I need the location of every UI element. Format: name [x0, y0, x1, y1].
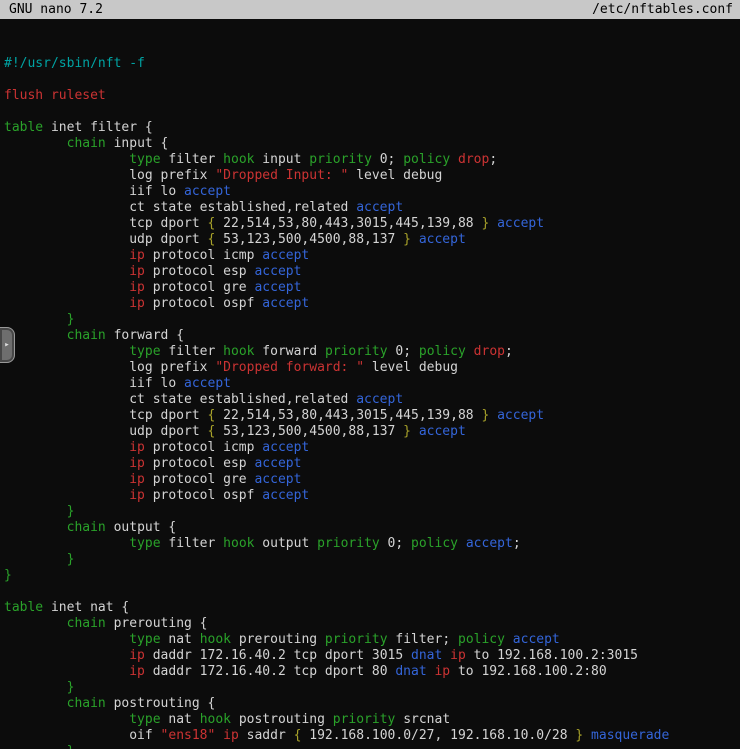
editor-area[interactable]: #!/usr/sbin/nft -f flush ruleset table i… — [0, 19, 740, 749]
code-line: chain postrouting { — [4, 696, 740, 712]
code-line: } — [4, 552, 740, 568]
code-line: ip protocol icmp accept — [4, 440, 740, 456]
code-line: type nat hook postrouting priority srcna… — [4, 712, 740, 728]
code-line: } — [4, 680, 740, 696]
code-line: log prefix "Dropped Input: " level debug — [4, 168, 740, 184]
code-line: flush ruleset — [4, 88, 740, 104]
app-version-label: GNU nano 7.2 — [9, 0, 103, 19]
expand-arrow-icon: ▸ — [4, 341, 9, 350]
code-line: iif lo accept — [4, 184, 740, 200]
code-line: chain input { — [4, 136, 740, 152]
code-line: ip protocol esp accept — [4, 456, 740, 472]
code-line: ct state established,related accept — [4, 200, 740, 216]
code-line: } — [4, 568, 740, 584]
code-line: type nat hook prerouting priority filter… — [4, 632, 740, 648]
code-line: ip daddr 172.16.40.2 tcp dport 3015 dnat… — [4, 648, 740, 664]
code-line: } — [4, 504, 740, 520]
code-line: chain output { — [4, 520, 740, 536]
code-line: iif lo accept — [4, 376, 740, 392]
terminal-window: GNU nano 7.2 /etc/nftables.conf #!/usr/s… — [0, 0, 740, 749]
code-line: oif "ens18" ip saddr { 192.168.100.0/27,… — [4, 728, 740, 744]
code-line: type filter hook forward priority 0; pol… — [4, 344, 740, 360]
code-line: type filter hook output priority 0; poli… — [4, 536, 740, 552]
code-line: table inet filter { — [4, 120, 740, 136]
code-line: type filter hook input priority 0; polic… — [4, 152, 740, 168]
code-line: udp dport { 53,123,500,4500,88,137 } acc… — [4, 424, 740, 440]
code-line: ip protocol ospf accept — [4, 488, 740, 504]
editor-lines: #!/usr/sbin/nft -f flush ruleset table i… — [4, 56, 740, 749]
code-line: ip protocol gre accept — [4, 472, 740, 488]
code-line — [4, 104, 740, 120]
code-line: #!/usr/sbin/nft -f — [4, 56, 740, 72]
code-line — [4, 72, 740, 88]
code-line: log prefix "Dropped forward: " level deb… — [4, 360, 740, 376]
code-line — [4, 584, 740, 600]
code-line: ip daddr 172.16.40.2 tcp dport 80 dnat i… — [4, 664, 740, 680]
code-line: tcp dport { 22,514,53,80,443,3015,445,13… — [4, 216, 740, 232]
side-panel-toggle-handle[interactable]: ▸ — [0, 327, 15, 363]
code-line: table inet nat { — [4, 600, 740, 616]
code-line: udp dport { 53,123,500,4500,88,137 } acc… — [4, 232, 740, 248]
code-line: ct state established,related accept — [4, 392, 740, 408]
code-line: tcp dport { 22,514,53,80,443,3015,445,13… — [4, 408, 740, 424]
code-line: ip protocol esp accept — [4, 264, 740, 280]
code-line: chain prerouting { — [4, 616, 740, 632]
code-line: } — [4, 312, 740, 328]
code-line: } — [4, 744, 740, 749]
file-path-label: /etc/nftables.conf — [592, 0, 733, 19]
code-line: ip protocol gre accept — [4, 280, 740, 296]
code-line: ip protocol ospf accept — [4, 296, 740, 312]
code-line: ip protocol icmp accept — [4, 248, 740, 264]
code-line: chain forward { — [4, 328, 740, 344]
nano-titlebar: GNU nano 7.2 /etc/nftables.conf — [0, 0, 740, 19]
